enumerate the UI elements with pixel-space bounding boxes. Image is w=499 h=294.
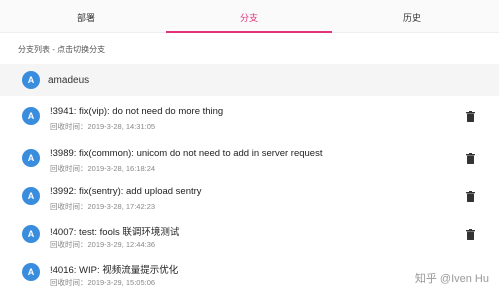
watermark: 知乎 @Iven Hu (414, 273, 489, 285)
commit-title: !4007: test: fools 联调环境测试 (50, 227, 180, 238)
avatar: A (22, 149, 40, 167)
trash-icon[interactable] (466, 153, 475, 164)
commit-time: 回收时间：2019-3-29, 12:44:36 (50, 240, 156, 249)
commit-time: 回收时间：2019-3-28, 16:18:24 (50, 164, 156, 173)
trash-icon[interactable] (466, 191, 475, 202)
commit-title: !3992: fix(sentry): add upload sentry (50, 186, 202, 197)
tab-deploy[interactable]: 部署 (77, 11, 95, 24)
commit-item[interactable]: A !3992: fix(sentry): add upload sentry … (0, 182, 499, 220)
branch-list-hint: 分支列表 - 点击切换分支 (18, 45, 106, 54)
trash-icon[interactable] (466, 111, 475, 122)
avatar: A (22, 263, 40, 281)
commit-item[interactable]: A !3941: fix(vip): do not need do more t… (0, 102, 499, 140)
avatar: A (22, 225, 40, 243)
tab-history[interactable]: 历史 (403, 11, 421, 24)
avatar: A (22, 107, 40, 125)
author-name: amadeus (48, 75, 90, 86)
tab-bar: 部署 分支 历史 (0, 0, 499, 33)
avatar: A (22, 71, 40, 89)
avatar: A (22, 187, 40, 205)
commit-item[interactable]: A !3989: fix(common): unicom do not need… (0, 144, 499, 182)
active-tab-indicator (166, 31, 332, 33)
commit-time: 回收时间：2019-3-28, 17:42:23 (50, 202, 156, 211)
commit-item[interactable]: A !4007: test: fools 联调环境测试 回收时间：2019-3-… (0, 220, 499, 258)
commit-title: !4016: WIP: 视频流量提示优化 (50, 265, 179, 276)
commit-title: !3989: fix(common): unicom do not need t… (50, 148, 323, 159)
commit-time: 回收时间：2019-3-29, 15:05:06 (50, 278, 156, 287)
commit-time: 回收时间：2019-3-28, 14:31:05 (50, 122, 156, 131)
trash-icon[interactable] (466, 229, 475, 240)
author-row[interactable]: A amadeus (0, 64, 499, 96)
tab-branch[interactable]: 分支 (240, 11, 258, 24)
commit-title: !3941: fix(vip): do not need do more thi… (50, 106, 224, 117)
